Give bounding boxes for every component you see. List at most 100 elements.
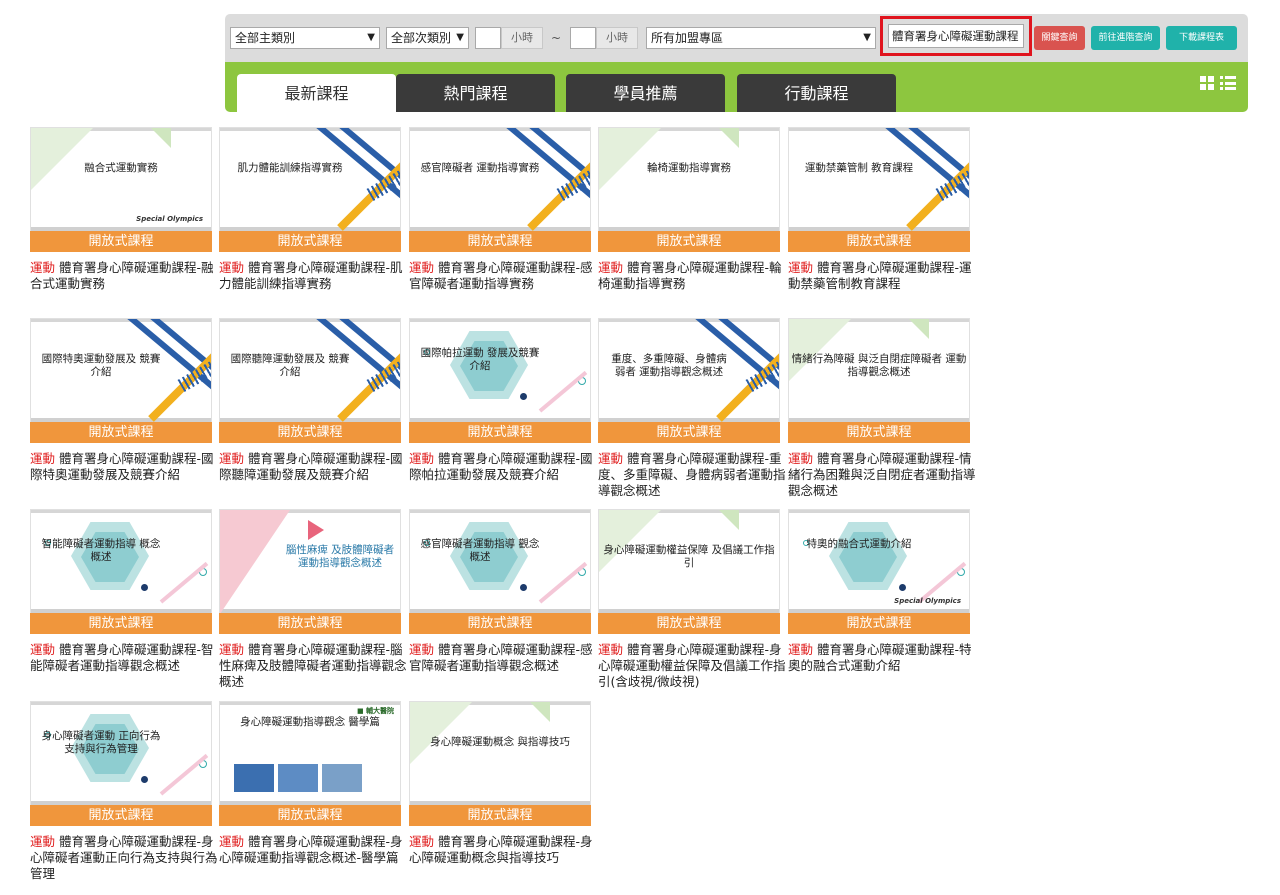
sub-category-select[interactable]: 全部次類別 ▼: [386, 27, 469, 49]
grid-view-icon[interactable]: [1200, 76, 1214, 90]
hours-from-input[interactable]: [475, 27, 501, 49]
course-card[interactable]: 運動禁藥管制 教育課程 開放式課程 運動 體育署身心障礙運動課程-運動禁藥管制教育課…: [788, 127, 972, 292]
course-thumbnail[interactable]: 身心障礙運動概念 與指導技巧: [409, 701, 591, 805]
main-category-value: 全部主類別: [235, 31, 296, 45]
course-title-link[interactable]: 運動 體育署身心障礙運動課程-身心障礙運動權益保障及倡議工作指引(含歧視/微歧視…: [598, 642, 788, 690]
course-title-link[interactable]: 運動 體育署身心障礙運動課程-感官障礙者運動指導實務: [409, 260, 599, 292]
course-thumbnail[interactable]: 身心障礙者運動 正向行為支持與行為管理: [30, 701, 212, 805]
course-title-link[interactable]: 運動 體育署身心障礙運動課程-運動禁藥管制教育課程: [788, 260, 978, 292]
open-course-badge: 開放式課程: [30, 613, 212, 634]
course-title-link[interactable]: 運動 體育署身心障礙運動課程-特奧的融合式運動介紹: [788, 642, 978, 674]
open-course-badge: 開放式課程: [219, 231, 401, 252]
course-tag: 運動: [409, 260, 435, 275]
course-thumbnail[interactable]: 輪椅運動指導實務: [598, 127, 780, 231]
main-category-select[interactable]: 全部主類別 ▼: [230, 27, 380, 49]
course-title-link[interactable]: 運動 體育署身心障礙運動課程-身心障礙運動概念與指導技巧: [409, 834, 599, 866]
open-course-badge: 開放式課程: [598, 231, 780, 252]
keyword-search-button[interactable]: 關鍵查詢: [1034, 26, 1085, 50]
tab-recommended[interactable]: 學員推薦: [566, 74, 725, 112]
course-title-link[interactable]: 運動 體育署身心障礙運動課程-國際帕拉運動發展及競賽介紹: [409, 451, 599, 483]
course-title-link[interactable]: 運動 體育署身心障礙運動課程-重度、多重障礙、身體病弱者運動指導觀念概述: [598, 451, 788, 499]
course-title: 體育署身心障礙運動課程-身心障礙運動權益保障及倡議工作指引(含歧視/微歧視): [598, 642, 786, 689]
hours-to-input[interactable]: [570, 27, 596, 49]
open-course-badge: 開放式課程: [788, 422, 970, 443]
course-tag: 運動: [219, 260, 245, 275]
course-title-link[interactable]: 運動 體育署身心障礙運動課程-肌力體能訓練指導實務: [219, 260, 409, 292]
advanced-search-button[interactable]: 前往進階查詢: [1091, 26, 1160, 50]
chevron-down-icon: ▼: [367, 32, 375, 43]
course-card[interactable]: 肌力體能訓練指導實務 開放式課程 運動 體育署身心障礙運動課程-肌力體能訓練指導實務: [219, 127, 403, 292]
course-title-link[interactable]: 運動 體育署身心障礙運動課程-輪椅運動指導實務: [598, 260, 788, 292]
course-title-link[interactable]: 運動 體育署身心障礙運動課程-感官障礙者運動指導觀念概述: [409, 642, 599, 674]
open-course-badge: 開放式課程: [409, 613, 591, 634]
course-title-link[interactable]: 運動 體育署身心障礙運動課程-融合式運動實務: [30, 260, 220, 292]
course-thumbnail[interactable]: 感官障礙者 運動指導實務: [409, 127, 591, 231]
thumbnail-title: 國際聽障運動發展及 競賽介紹: [230, 353, 350, 378]
course-title-link[interactable]: 運動 體育署身心障礙運動課程-情緒行為困難與泛自閉症者運動指導觀念概述: [788, 451, 978, 499]
course-thumbnail[interactable]: 情緒行為障礙 與泛自閉症障礙者 運動指導觀念概述: [788, 318, 970, 422]
course-thumbnail[interactable]: 國際特奧運動發展及 競賽介紹: [30, 318, 212, 422]
thumbnail-title: 肌力體能訓練指導實務: [237, 162, 343, 174]
download-schedule-button[interactable]: 下載課程表: [1166, 26, 1237, 50]
course-card[interactable]: 身心障礙運動概念 與指導技巧 開放式課程 運動 體育署身心障礙運動課程-身心障礙運動…: [409, 701, 593, 866]
course-tag: 運動: [409, 451, 435, 466]
course-card[interactable]: 國際特奧運動發展及 競賽介紹 開放式課程 運動 體育署身心障礙運動課程-國際特奧運動…: [30, 318, 214, 483]
course-card[interactable]: Special Olympics 特奧的融合式運動介紹 開放式課程 運動 體育署身心障…: [788, 509, 972, 674]
course-card[interactable]: 感官障礙者運動指導 觀念概述 開放式課程 運動 體育署身心障礙運動課程-感官障礙者運…: [409, 509, 593, 674]
list-view-icon[interactable]: [1220, 76, 1236, 90]
course-tag: 運動: [598, 642, 624, 657]
course-title-link[interactable]: 運動 體育署身心障礙運動課程-身心障礙者運動正向行為支持與行為管理: [30, 834, 220, 882]
course-card[interactable]: 重度、多重障礙、身體病弱者 運動指導觀念概述 開放式課程 運動 體育署身心障礙運動課…: [598, 318, 786, 499]
thumbnail-title: 身心障礙運動指導觀念 醫學篇: [240, 716, 380, 728]
course-tag: 運動: [409, 642, 435, 657]
course-card[interactable]: 身心障礙運動權益保障 及倡議工作指引 開放式課程運動 體育署身心障礙運動課程-身心…: [598, 509, 786, 690]
course-card[interactable]: 感官障礙者 運動指導實務 開放式課程 運動 體育署身心障礙運動課程-感官障礙者運動指…: [409, 127, 593, 292]
course-thumbnail[interactable]: 肌力體能訓練指導實務: [219, 127, 401, 231]
region-select[interactable]: 所有加盟專區 ▼: [646, 27, 876, 49]
course-tag: 運動: [30, 642, 56, 657]
course-card[interactable]: 腦性麻痺 及肢體障礙者 運動指導觀念概述 開放式課程 運動 體育署身心障礙運動課程-…: [219, 509, 407, 690]
course-title-link[interactable]: 運動 體育署身心障礙運動課程-身心障礙運動指導觀念概述-醫學篇: [219, 834, 409, 866]
tab-latest[interactable]: 最新課程: [237, 74, 396, 112]
tab-mobile[interactable]: 行動課程: [737, 74, 896, 112]
course-title-link[interactable]: 運動 體育署身心障礙運動課程-國際聽障運動發展及競賽介紹: [219, 451, 409, 483]
course-thumbnail[interactable]: 感官障礙者運動指導 觀念概述: [409, 509, 591, 613]
open-course-badge: 開放式課程: [409, 805, 591, 826]
course-thumbnail[interactable]: 國際帕拉運動 發展及競賽介紹: [409, 318, 591, 422]
course-card[interactable]: 智能障礙者運動指導 概念概述 開放式課程 運動 體育署身心障礙運動課程-智能障礙者運…: [30, 509, 214, 674]
course-tag: 運動: [219, 834, 245, 849]
tab-popular[interactable]: 熱門課程: [396, 74, 555, 112]
sub-category-value: 全部次類別: [391, 31, 452, 45]
keyword-input[interactable]: 體育署身心障礙運動課程: [888, 24, 1024, 48]
special-olympics-logo: Special Olympics: [894, 597, 961, 605]
thumbnail-title: 重度、多重障礙、身體病弱者 運動指導觀念概述: [611, 353, 727, 378]
course-card[interactable]: 情緒行為障礙 與泛自閉症障礙者 運動指導觀念概述 開放式課程運動 體育署身心障礙運…: [788, 318, 976, 499]
course-card[interactable]: Special Olympics 融合式運動實務 開放式課程 運動 體育署身心障礙運動…: [30, 127, 214, 292]
open-course-badge: 開放式課程: [788, 613, 970, 634]
course-card[interactable]: 國際聽障運動發展及 競賽介紹 開放式課程 運動 體育署身心障礙運動課程-國際聽障運動…: [219, 318, 403, 483]
chevron-down-icon: ▼: [863, 32, 871, 43]
course-thumbnail[interactable]: Special Olympics 特奧的融合式運動介紹: [788, 509, 970, 613]
course-card[interactable]: 國際帕拉運動 發展及競賽介紹 開放式課程 運動 體育署身心障礙運動課程-國際帕拉運動…: [409, 318, 593, 483]
course-thumbnail[interactable]: 國際聽障運動發展及 競賽介紹: [219, 318, 401, 422]
course-thumbnail[interactable]: Special Olympics 融合式運動實務: [30, 127, 212, 231]
course-thumbnail[interactable]: 重度、多重障礙、身體病弱者 運動指導觀念概述: [598, 318, 780, 422]
course-title-link[interactable]: 運動 體育署身心障礙運動課程-國際特奧運動發展及競賽介紹: [30, 451, 220, 483]
course-tag: 運動: [30, 260, 56, 275]
thumbnail-title: 國際特奧運動發展及 競賽介紹: [41, 353, 161, 378]
course-title-link[interactable]: 運動 體育署身心障礙運動課程-腦性麻痺及肢體障礙者運動指導觀念概述: [219, 642, 409, 690]
course-thumbnail[interactable]: 身心障礙運動權益保障 及倡議工作指引: [598, 509, 780, 613]
open-course-badge: 開放式課程: [30, 231, 212, 252]
course-thumbnail[interactable]: 運動禁藥管制 教育課程: [788, 127, 970, 231]
course-thumbnail[interactable]: 智能障礙者運動指導 概念概述: [30, 509, 212, 613]
course-title: 體育署身心障礙運動課程-重度、多重障礙、身體病弱者運動指導觀念概述: [598, 451, 786, 498]
course-thumbnail[interactable]: ■ 輔大醫院 身心障礙運動指導觀念 醫學篇: [219, 701, 401, 805]
course-title-link[interactable]: 運動 體育署身心障礙運動課程-智能障礙者運動指導觀念概述: [30, 642, 220, 674]
open-course-badge: 開放式課程: [598, 613, 780, 634]
university-logo: ■ 輔大醫院: [356, 707, 394, 715]
course-card[interactable]: 輪椅運動指導實務 開放式課程 運動 體育署身心障礙運動課程-輪椅運動指導實務: [598, 127, 782, 292]
course-card[interactable]: ■ 輔大醫院 身心障礙運動指導觀念 醫學篇 開放式課程 運動 體育署身心障礙運動課程-…: [219, 701, 403, 866]
course-tab-bar: 最新課程 熱門課程 學員推薦 行動課程: [225, 62, 1248, 112]
course-card[interactable]: 身心障礙者運動 正向行為支持與行為管理 開放式課程 運動 體育署身心障礙運動課程-身…: [30, 701, 218, 882]
course-thumbnail[interactable]: 腦性麻痺 及肢體障礙者 運動指導觀念概述: [219, 509, 401, 613]
